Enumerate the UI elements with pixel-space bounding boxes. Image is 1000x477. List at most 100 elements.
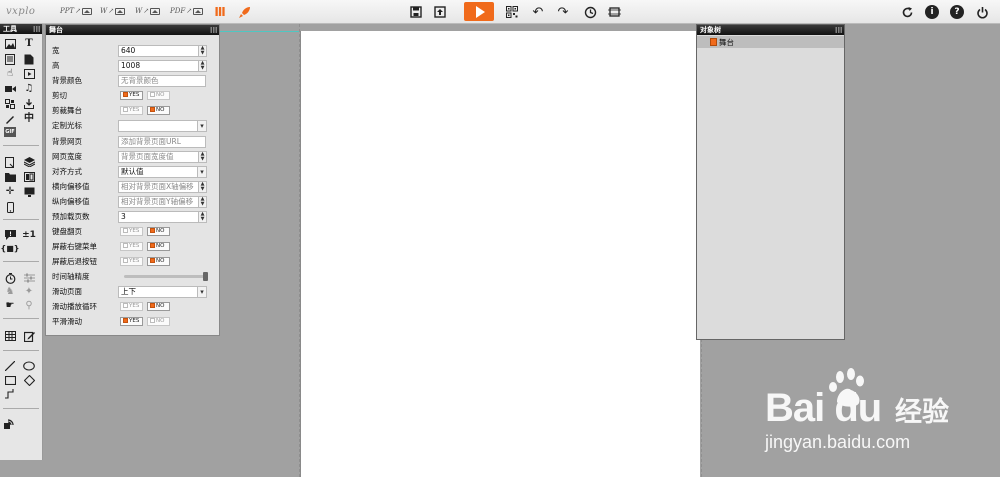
- publish-icon[interactable]: [432, 4, 448, 20]
- keyboard-flip-yes-toggle[interactable]: YES: [120, 227, 143, 236]
- variable-tool-icon[interactable]: {■}: [1, 243, 20, 255]
- hide-context-menu-yes-toggle[interactable]: YES: [120, 242, 143, 251]
- hand-tool-icon[interactable]: ☝: [4, 68, 16, 80]
- smooth-scroll-no-toggle[interactable]: NO: [147, 317, 170, 326]
- help-icon[interactable]: ?: [949, 4, 965, 20]
- tools-divider: [3, 261, 39, 262]
- text-tool-icon[interactable]: T: [23, 38, 35, 50]
- keyboard-flip-no-toggle[interactable]: NO: [147, 227, 170, 236]
- scroll-loop-yes-toggle[interactable]: YES: [120, 302, 143, 311]
- rectangle-tool-icon[interactable]: [4, 374, 16, 386]
- preload-stepper[interactable]: ▲ ▼: [198, 210, 207, 223]
- slider-handle[interactable]: [203, 272, 208, 281]
- scroll-page-select[interactable]: 上下: [118, 285, 198, 298]
- slideshow-tool-icon[interactable]: [23, 171, 35, 183]
- info-icon[interactable]: i: [924, 4, 940, 20]
- play-button[interactable]: [464, 2, 494, 21]
- bg-page-input[interactable]: 添加背景页面URL: [118, 135, 206, 148]
- offset-x-stepper[interactable]: ▲ ▼: [198, 180, 207, 193]
- rocket-icon[interactable]: [236, 4, 252, 20]
- preload-input[interactable]: 3: [118, 210, 200, 223]
- scroll-loop-no-toggle[interactable]: NO: [147, 302, 170, 311]
- pdf-import-button[interactable]: PDF ↗: [170, 7, 204, 15]
- video-player-tool-icon[interactable]: [23, 68, 35, 80]
- undo-icon[interactable]: ↶: [530, 4, 546, 20]
- height-input[interactable]: 1008: [118, 59, 200, 72]
- folder-tool-icon[interactable]: [4, 171, 16, 183]
- panel-grip-icon[interactable]: [210, 27, 217, 33]
- ellipse-tool-icon[interactable]: [23, 360, 35, 372]
- cursor-select[interactable]: [118, 119, 198, 132]
- offset-x-input[interactable]: 相对背景页面X轴偏移: [118, 180, 200, 193]
- width-input[interactable]: 640: [118, 44, 200, 57]
- image-tool-icon[interactable]: [4, 38, 16, 50]
- smooth-scroll-yes-toggle[interactable]: YES: [120, 317, 143, 326]
- offset-y-input[interactable]: 相对背景页面Y轴偏移: [118, 195, 200, 208]
- sliders-tool-icon[interactable]: [23, 272, 35, 284]
- diamond-tool-icon[interactable]: [23, 374, 35, 386]
- page-width-stepper[interactable]: ▲ ▼: [198, 150, 207, 163]
- history-icon[interactable]: [582, 4, 598, 20]
- pen-tool-icon[interactable]: [4, 113, 16, 125]
- broadcast-tool-icon[interactable]: [4, 418, 16, 430]
- monitor-tool-icon[interactable]: [23, 186, 35, 198]
- library-icon[interactable]: Ⅲ: [212, 4, 228, 20]
- qrcode-icon[interactable]: [504, 4, 520, 20]
- layers-tool-icon[interactable]: [23, 156, 35, 168]
- download-tool-icon[interactable]: [23, 98, 35, 110]
- gif-tool-icon[interactable]: GIF: [4, 127, 16, 137]
- chinese-tool-icon[interactable]: 中: [23, 113, 35, 125]
- chevron-down-icon[interactable]: ▾: [197, 285, 207, 298]
- timer-tool-icon[interactable]: [4, 272, 16, 284]
- page-width-input[interactable]: 背景页面宽度值: [118, 150, 200, 163]
- edit-tool-icon[interactable]: [23, 330, 35, 342]
- ppt-import-button[interactable]: PPT ↗: [60, 7, 92, 15]
- clip-stage-no-toggle[interactable]: NO: [147, 106, 170, 115]
- hide-context-menu-no-toggle[interactable]: NO: [147, 242, 170, 251]
- stage-canvas[interactable]: [300, 31, 700, 477]
- hide-back-button-yes-toggle[interactable]: YES: [120, 257, 143, 266]
- tree-item-stage[interactable]: 舞台: [697, 36, 844, 48]
- puzzle-tool-icon[interactable]: ✦: [23, 286, 35, 298]
- camera-tool-icon[interactable]: [4, 83, 16, 95]
- clip-yes-toggle[interactable]: YES: [120, 91, 143, 100]
- qrcode-tool-icon[interactable]: [4, 98, 16, 110]
- wand-tool-icon[interactable]: ⚲: [23, 300, 35, 312]
- hide-back-button-no-toggle[interactable]: NO: [147, 257, 170, 266]
- document-tool-icon[interactable]: [23, 53, 35, 65]
- page-copy-tool-icon[interactable]: [4, 156, 16, 168]
- panel-grip-icon[interactable]: [835, 27, 842, 33]
- tap-tool-icon[interactable]: ☛: [4, 300, 16, 312]
- chevron-down-icon[interactable]: ▾: [197, 119, 207, 132]
- height-stepper[interactable]: ▲ ▼: [198, 59, 207, 72]
- word-doc-import-button[interactable]: W ↗: [135, 7, 161, 15]
- bg-color-input[interactable]: 无背景颜色: [118, 74, 206, 87]
- width-stepper[interactable]: ▲ ▼: [198, 44, 207, 57]
- timeline-precision-slider[interactable]: [124, 275, 206, 278]
- clip-stage-yes-toggle[interactable]: YES: [120, 106, 143, 115]
- offset-y-stepper[interactable]: ▲ ▼: [198, 195, 207, 208]
- page-tool-icon[interactable]: [4, 53, 16, 65]
- walk-tool-icon[interactable]: ♞: [4, 286, 16, 298]
- polyline-tool-icon[interactable]: [4, 388, 16, 400]
- redo-icon[interactable]: ↷: [555, 4, 571, 20]
- power-icon[interactable]: [974, 4, 990, 20]
- crosshair-tool-icon[interactable]: ✛: [4, 186, 16, 198]
- screenshot-icon[interactable]: [606, 4, 622, 20]
- table-tool-icon[interactable]: [4, 330, 16, 342]
- refresh-icon[interactable]: [899, 4, 915, 20]
- chevron-down-icon[interactable]: ▾: [197, 165, 207, 178]
- comment-tool-icon[interactable]: [4, 229, 16, 241]
- clip-no-toggle[interactable]: NO: [147, 91, 170, 100]
- panel-grip-icon[interactable]: [33, 26, 40, 32]
- mobile-tool-icon[interactable]: [4, 201, 16, 213]
- word-import-button[interactable]: W ↗: [100, 7, 126, 15]
- music-tool-icon[interactable]: ♫: [23, 83, 35, 95]
- tools-panel-title: 工具: [3, 25, 17, 33]
- tools-panel: 工具 T ☝ ♫ 中 GIF ✛ ±1 {■} ♞ ✦ ☛ ⚲: [0, 24, 43, 460]
- baidu-logo-text: Bai du: [765, 386, 882, 430]
- save-icon[interactable]: [408, 4, 424, 20]
- align-select[interactable]: 默认值: [118, 165, 198, 178]
- line-tool-icon[interactable]: [4, 360, 16, 372]
- counter-tool-icon[interactable]: ±1: [21, 229, 37, 241]
